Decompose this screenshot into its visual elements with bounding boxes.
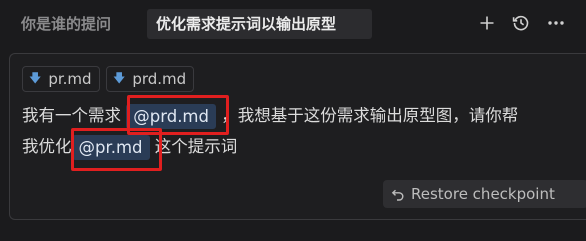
tab-previous-chat[interactable]: 你是谁的提问 [21, 9, 137, 39]
context-chip-pr[interactable]: 🡇 pr.md [22, 66, 100, 92]
message-segment: 这个提示词 [154, 137, 238, 156]
chip-label: prd.md [132, 70, 187, 88]
tab-bar: 你是谁的提问 优化需求提示词以输出原型 [0, 0, 586, 46]
undo-arrow-icon [391, 189, 404, 201]
more-icon[interactable] [544, 11, 568, 35]
message-segment: 我优化 [22, 137, 72, 156]
file-arrow-icon: 🡇 [29, 70, 42, 85]
message-segment: ，我想基于这份需求输出原型图，请你帮 [221, 106, 519, 125]
message-segment: 我有一个需求 [22, 106, 121, 125]
restore-checkpoint-button[interactable]: Restore checkpoint [383, 180, 586, 208]
tab-current-chat[interactable]: 优化需求提示词以输出原型 [147, 9, 372, 39]
message-line-1: 我有一个需求 @prd.md ，我想基于这份需求输出原型图，请你帮 [22, 100, 518, 131]
message-card: 🡇 pr.md 🡇 prd.md 我有一个需求 @prd.md ，我想基于这份需… [9, 53, 586, 220]
history-icon[interactable] [509, 11, 533, 35]
highlight-box-pr [71, 128, 162, 171]
chip-label: pr.md [48, 70, 92, 88]
file-arrow-icon: 🡇 [113, 70, 126, 85]
tab-current-chat-label: 优化需求提示词以输出原型 [156, 15, 337, 33]
restore-checkpoint-label: Restore checkpoint [411, 185, 555, 203]
context-chip-prd[interactable]: 🡇 prd.md [106, 66, 195, 92]
plus-icon[interactable] [475, 11, 499, 35]
